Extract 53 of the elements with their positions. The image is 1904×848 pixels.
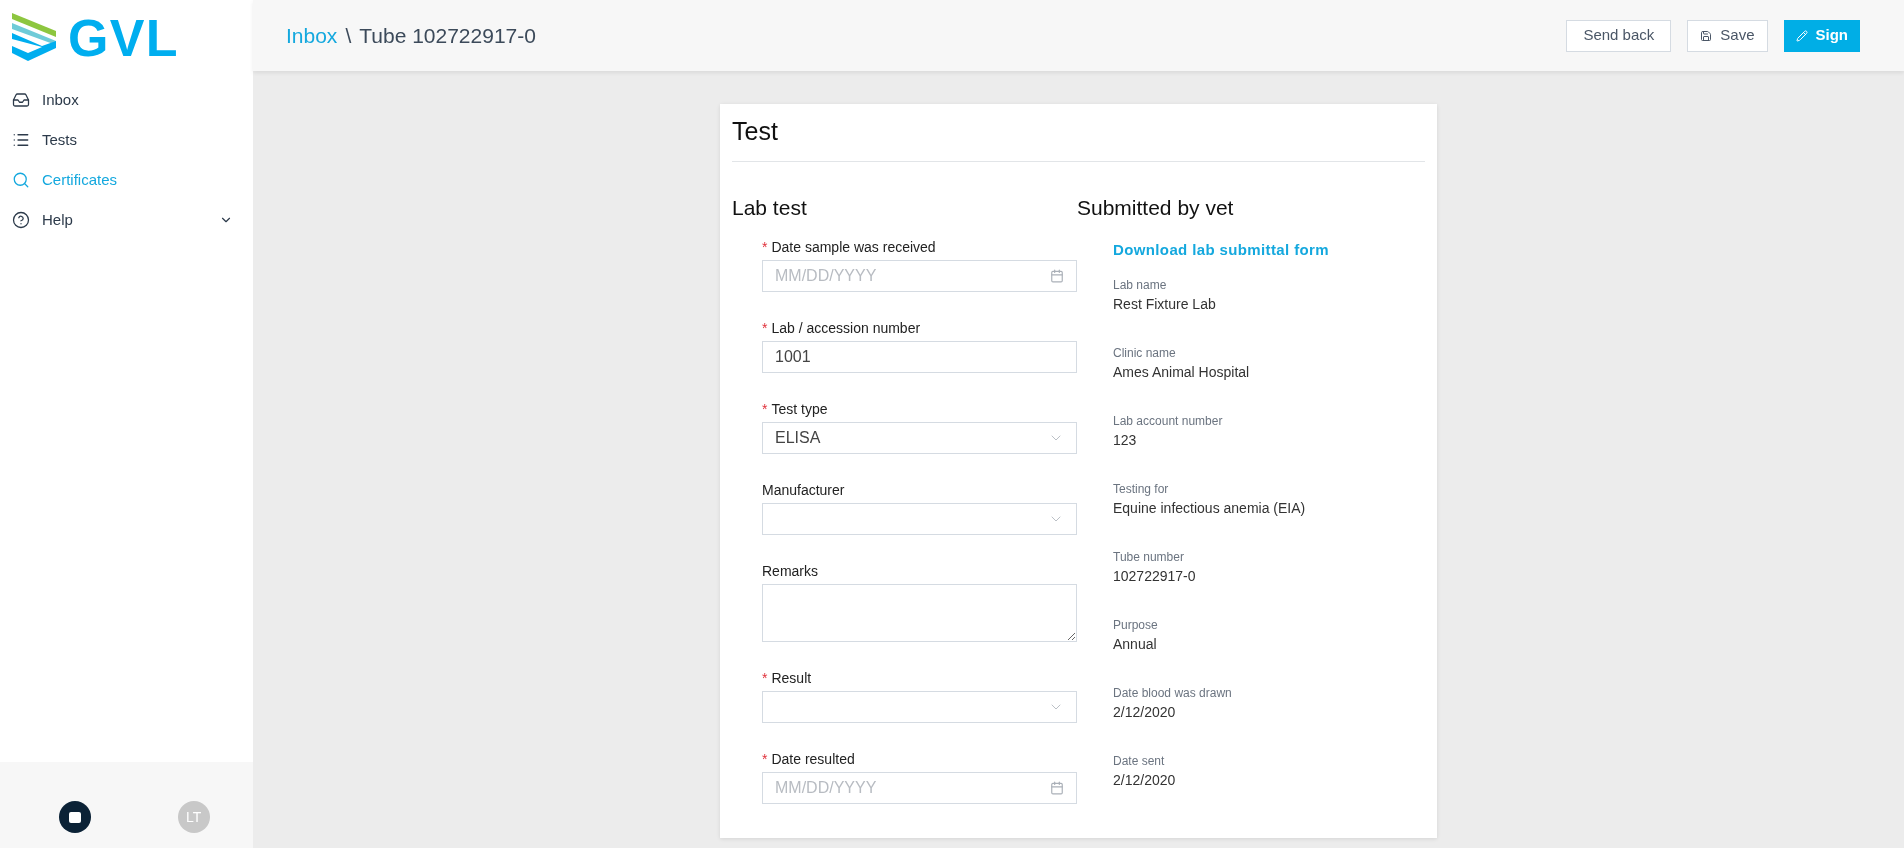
detail-value: Ames Animal Hospital (1113, 362, 1251, 382)
breadcrumb-text: Tube 102722917-0 (359, 22, 536, 49)
field-label: Lab / accession number (771, 318, 921, 338)
select-field[interactable] (762, 503, 1077, 535)
detail-value: Equine infectious anemia (EIA) (1113, 498, 1307, 518)
sidebar-item[interactable]: Tests (0, 120, 253, 160)
textarea-field[interactable] (762, 584, 1077, 642)
field-label: Remarks (762, 561, 818, 581)
detail-label: Date blood was drawn (1113, 684, 1233, 702)
detail-label: Date sent (1113, 752, 1166, 770)
sidebar-item[interactable]: Inbox (0, 80, 253, 120)
chat-icon[interactable] (59, 801, 92, 833)
detail-value: Annual (1113, 634, 1158, 654)
calendar-icon (1050, 781, 1064, 795)
breadcrumb-text: \ (345, 22, 352, 49)
section-heading: Lab test (732, 194, 808, 221)
send-back-button[interactable]: Send back (1566, 19, 1672, 52)
save-button[interactable]: Save (1687, 19, 1768, 52)
field-label: Date resulted (771, 749, 855, 769)
select-field[interactable]: ELISA (762, 422, 1077, 454)
field-label: Date sample was received (771, 237, 936, 257)
detail-label: Lab name (1113, 276, 1168, 294)
required-mark: * (762, 237, 768, 257)
sidebar-item[interactable]: Help (0, 200, 253, 240)
detail-value: 102722917-0 (1113, 566, 1197, 586)
detail-value: 2/12/2020 (1113, 702, 1177, 722)
logo-mark-icon (12, 13, 56, 63)
field-label: Test type (771, 399, 828, 419)
select-field[interactable] (762, 691, 1077, 723)
required-mark: * (762, 749, 768, 769)
required-mark: * (762, 318, 768, 338)
input-field[interactable]: 1001 (762, 341, 1077, 373)
calendar-icon (1050, 269, 1064, 283)
detail-value: Rest Fixture Lab (1113, 294, 1217, 314)
pencil-icon (1795, 29, 1808, 42)
help-icon (12, 211, 30, 229)
detail-value: 2/12/2020 (1113, 770, 1177, 790)
detail-label: Purpose (1113, 616, 1159, 634)
required-mark: * (762, 668, 768, 688)
detail-label: Testing for (1113, 480, 1170, 498)
detail-label: Lab account number (1113, 412, 1224, 430)
logo-text: GVL (68, 12, 179, 64)
detail-label: Clinic name (1113, 344, 1177, 362)
search-icon (12, 171, 30, 189)
list-icon (12, 131, 30, 149)
required-mark: * (762, 399, 768, 419)
section-heading: Submitted by vet (1077, 194, 1235, 221)
detail-value: 123 (1113, 430, 1138, 450)
card-title: Test (732, 104, 1425, 162)
inbox-icon (12, 91, 30, 109)
detail-label: Tube number (1113, 548, 1185, 566)
field-label: Result (771, 668, 812, 688)
field-label: Manufacturer (762, 480, 845, 500)
